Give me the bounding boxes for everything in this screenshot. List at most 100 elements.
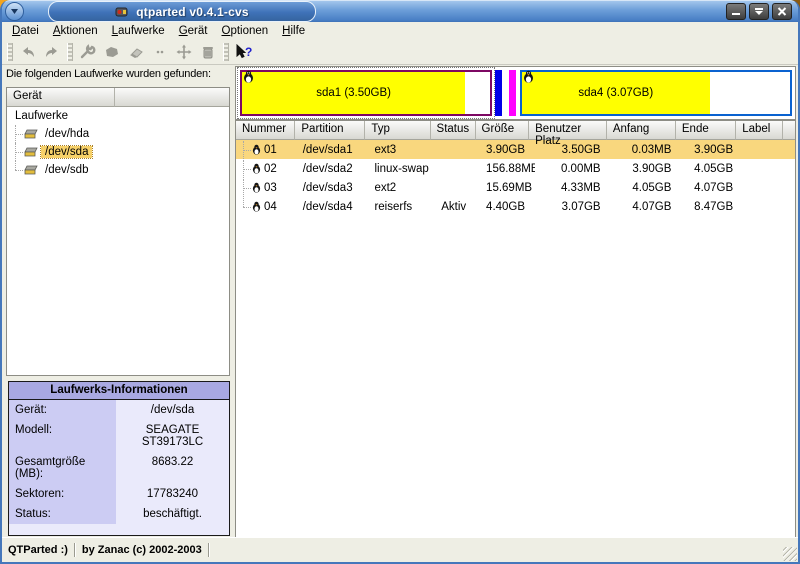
partition-rect-sda1[interactable]: sda1 (3.50GB) — [240, 70, 492, 116]
partition-rect-sda2[interactable] — [495, 70, 502, 116]
qtparted-icon — [115, 5, 128, 18]
menubar: Datei Aktionen Laufwerke Gerät Optionen … — [2, 22, 798, 39]
undo-button[interactable] — [16, 41, 40, 63]
chevron-down-icon — [10, 8, 19, 15]
table-row-sda2[interactable]: 02 /dev/sda2 linux-swap 156.88MB 0.00MB … — [236, 159, 795, 178]
statusbar: QTParted :) by Zanac (c) 2002-2003 — [2, 537, 798, 562]
sda1-used-fill: sda1 (3.50GB) — [242, 72, 465, 114]
format-icon — [103, 44, 121, 60]
col-header-benutzer-platz[interactable]: Benutzer Platz — [529, 121, 607, 140]
device-tree: Gerät Laufwerke /dev/hda — [6, 87, 230, 376]
sda1-label: sda1 (3.50GB) — [316, 87, 391, 99]
table-row-sda4[interactable]: 04 /dev/sda4 reiserfs Aktiv 4.40GB 3.07G… — [236, 197, 795, 216]
window-title: qtparted v0.4.1-cvs — [136, 5, 249, 19]
tux-icon — [252, 163, 261, 174]
geraet-column-header[interactable]: Gerät — [7, 88, 115, 107]
partition-rect-sda4[interactable]: sda4 (3.07GB) — [520, 70, 792, 116]
main-content: Die folgenden Laufwerke wurden gefunden:… — [2, 65, 798, 538]
partition-panel: sda1 (3.50GB) sda4 (3.07GB) Nummer — [235, 65, 796, 538]
tree-item-dev-sda[interactable]: /dev/sda — [7, 143, 229, 161]
toolbar: ? — [2, 39, 798, 65]
title-pill: qtparted v0.4.1-cvs — [48, 1, 316, 22]
toolbar-handle[interactable] — [223, 43, 229, 61]
toolbar-handle[interactable] — [7, 43, 13, 61]
menu-geraet[interactable]: Gerät — [172, 24, 215, 38]
tux-icon — [252, 182, 261, 193]
drive-info-title: Laufwerks-Informationen — [9, 382, 229, 400]
move-button[interactable] — [172, 41, 196, 63]
tree-item-dev-hda[interactable]: /dev/hda — [7, 125, 229, 143]
col-header-filler — [783, 121, 795, 140]
disk-icon — [24, 165, 38, 176]
maximize-button[interactable] — [749, 3, 769, 20]
move-icon — [175, 44, 193, 60]
close-button[interactable] — [772, 3, 792, 20]
col-header-label[interactable]: Label — [736, 121, 783, 140]
info-row-sektoren: Sektoren: 17783240 — [9, 484, 229, 504]
info-row-gesamtgroesse: Gesamtgröße (MB): 8683.22 — [9, 452, 229, 484]
disk-icon — [24, 147, 38, 158]
table-row-sda3[interactable]: 03 /dev/sda3 ext2 15.69MB 4.33MB 4.05GB … — [236, 178, 795, 197]
window-menu-button[interactable] — [5, 2, 24, 21]
minimize-icon — [731, 7, 741, 16]
menu-laufwerke[interactable]: Laufwerke — [105, 24, 172, 38]
delete-button[interactable] — [196, 41, 220, 63]
empty-column-header — [115, 88, 229, 107]
svg-text:?: ? — [245, 45, 252, 59]
redo-button[interactable] — [40, 41, 64, 63]
menu-aktionen[interactable]: Aktionen — [46, 24, 105, 38]
wrench-icon — [79, 44, 97, 60]
col-header-anfang[interactable]: Anfang — [607, 121, 676, 140]
tux-icon — [252, 201, 261, 212]
minimize-button[interactable] — [726, 3, 746, 20]
status-app-label: QTParted :) — [2, 544, 74, 556]
resize-grip[interactable] — [783, 547, 797, 561]
tux-icon — [243, 70, 254, 88]
menu-hilfe[interactable]: Hilfe — [275, 24, 312, 38]
whats-this-button[interactable]: ? — [232, 41, 256, 63]
resize-button[interactable] — [148, 41, 172, 63]
col-header-partition[interactable]: Partition — [295, 121, 365, 140]
tree-branch — [239, 160, 252, 178]
eraser-icon — [127, 44, 145, 60]
properties-button[interactable] — [76, 41, 100, 63]
whats-this-icon: ? — [234, 44, 254, 60]
table-row-sda1[interactable]: 01 /dev/sda1 ext3 3.90GB 3.50GB 0.03MB 3… — [236, 140, 795, 159]
partition-table: Nummer Partition Typ Status Größe Benutz… — [235, 120, 796, 538]
info-row-status: Status: beschäftigt. — [9, 504, 229, 524]
close-icon — [777, 7, 787, 16]
toolbar-handle[interactable] — [67, 43, 73, 61]
sda4-used-fill: sda4 (3.07GB) — [522, 72, 710, 114]
format-button[interactable] — [100, 41, 124, 63]
partition-bar-view: sda1 (3.50GB) sda4 (3.07GB) — [235, 66, 796, 120]
tux-icon — [523, 70, 534, 88]
col-header-typ[interactable]: Typ — [365, 121, 430, 140]
device-panel: Die folgenden Laufwerke wurden gefunden:… — [4, 65, 231, 538]
col-header-nummer[interactable]: Nummer — [236, 121, 295, 140]
undo-icon — [19, 44, 37, 60]
menu-optionen[interactable]: Optionen — [214, 24, 275, 38]
menu-datei[interactable]: Datei — [5, 24, 46, 38]
partition-table-header: Nummer Partition Typ Status Größe Benutz… — [236, 121, 795, 140]
erase-button[interactable] — [124, 41, 148, 63]
drive-info-panel: Laufwerks-Informationen Gerät: /dev/sda … — [8, 381, 230, 536]
trash-icon — [199, 44, 217, 60]
status-separator — [208, 543, 210, 557]
tree-branch — [11, 161, 24, 179]
maximize-icon — [754, 7, 764, 16]
info-row-modell: Modell: SEAGATE ST39173LC — [9, 420, 229, 452]
tree-branch — [11, 143, 24, 161]
tree-branch — [239, 141, 252, 159]
tree-root-laufwerke[interactable]: Laufwerke — [7, 107, 229, 125]
info-row-geraet: Gerät: /dev/sda — [9, 400, 229, 420]
col-header-ende[interactable]: Ende — [676, 121, 736, 140]
col-header-status[interactable]: Status — [431, 121, 476, 140]
tree-branch — [239, 179, 252, 197]
tree-item-dev-sdb[interactable]: /dev/sdb — [7, 161, 229, 179]
col-header-groesse[interactable]: Größe — [476, 121, 530, 140]
titlebar[interactable]: qtparted v0.4.1-cvs — [0, 0, 800, 22]
partition-rect-sda3[interactable] — [509, 70, 516, 116]
disk-icon — [24, 129, 38, 140]
redo-icon — [43, 44, 61, 60]
qtparted-window: qtparted v0.4.1-cvs Datei Aktionen Laufw… — [0, 0, 800, 564]
